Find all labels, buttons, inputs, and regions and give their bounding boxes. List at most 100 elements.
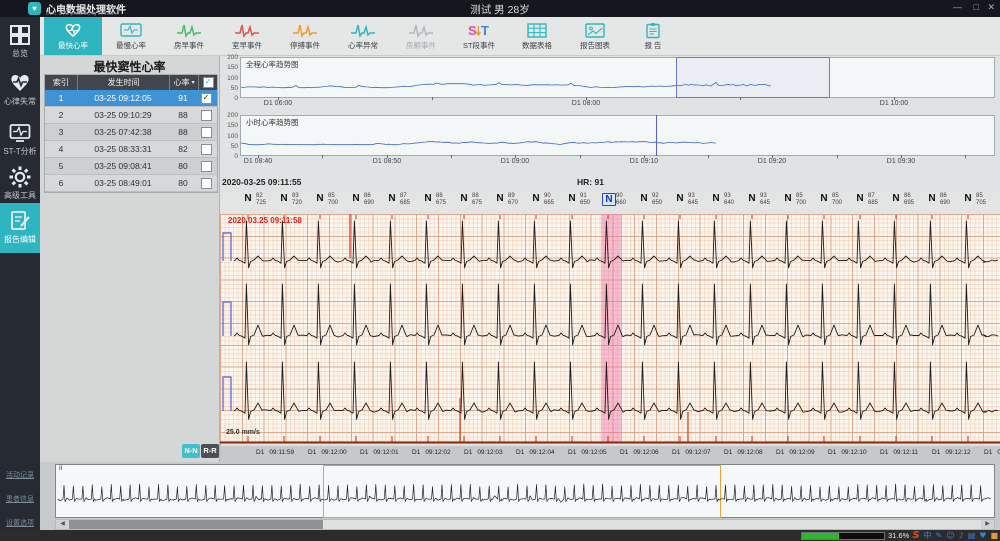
nn-interval-button[interactable]: N-N <box>182 444 200 458</box>
analysis-progress-bar <box>801 532 885 540</box>
column-header-hr[interactable]: 心率▾ <box>170 75 199 90</box>
time-tick-day: D1 <box>724 449 732 456</box>
x-axis-tickmark <box>901 155 902 158</box>
trend-selection-box[interactable] <box>676 57 830 98</box>
beat-hr: 90 <box>616 193 626 200</box>
header-checkbox[interactable]: ✓ <box>203 77 214 88</box>
toolbar-item-pvc-event[interactable]: 室早事件 <box>218 17 276 55</box>
sidebar-item-arrhythmia[interactable]: 心律失常 <box>0 65 40 115</box>
ecg-strip[interactable]: 2020.03.25 09:11:58 25.0 mm/s <box>220 214 1000 444</box>
event-row[interactable]: 603-25 08:49:0180 <box>45 175 217 192</box>
beat-values: 82725 <box>256 193 266 207</box>
beat-values: 91650 <box>580 193 590 207</box>
sidebar-item-overview[interactable]: 总览 <box>0 17 40 65</box>
hour-trend-cursor <box>656 115 657 156</box>
time-tick-day: D1 <box>776 449 784 456</box>
event-row[interactable]: 503-25 09:08:4180 <box>45 158 217 175</box>
column-header-check[interactable]: ✓ <box>199 75 217 90</box>
row-checkbox[interactable] <box>201 178 212 189</box>
event-table: 索引发生时间心率▾✓103-25 09:12:0591✓203-25 09:10… <box>44 74 218 193</box>
row-checkbox[interactable] <box>201 144 212 155</box>
beat-values: 89670 <box>508 193 518 207</box>
toolbar-item-report[interactable]: 报 告 <box>624 17 682 55</box>
sidebar-item-label: 总览 <box>0 49 40 58</box>
toolbar-item-data-table[interactable]: 数据表格 <box>508 17 566 55</box>
emoji-icon[interactable]: ☺ <box>946 530 954 541</box>
event-row[interactable]: 103-25 09:12:0591✓ <box>45 90 217 107</box>
toolbar-item-label: 最快心率 <box>58 40 88 51</box>
beat-rr: 685 <box>868 200 878 207</box>
column-header-time[interactable]: 发生时间 <box>78 75 170 90</box>
full-trend-chart[interactable]: 全程心率趋势图 <box>240 57 995 98</box>
beat-values: 85700 <box>796 193 806 207</box>
sort-arrow-icon[interactable]: ▾ <box>192 79 195 86</box>
toolbar-item-hr-abnormal[interactable]: 心率异常 <box>334 17 392 55</box>
beat-type-label: N <box>350 193 362 204</box>
keyboard-icon[interactable]: ▤ <box>968 530 976 541</box>
footer-link-2[interactable]: 设置选项 <box>0 518 40 528</box>
y-axis-tick: 200 <box>220 54 238 61</box>
scroll-right-button[interactable]: ▶ <box>981 520 994 529</box>
toolbox-icon[interactable]: ■ <box>990 530 998 541</box>
app-subtitle: ECG data processing software <box>46 11 118 16</box>
toolbar-item-af-event[interactable]: 房颤事件 <box>392 17 450 55</box>
footer-link-0[interactable]: 活动记录 <box>0 470 40 480</box>
toolbar-item-report-chart[interactable]: 报告图表 <box>566 17 624 55</box>
minimize-button[interactable]: — <box>953 2 962 12</box>
toolbar-item-label: 心率异常 <box>348 40 378 51</box>
toolbar-item-heart-rate-fast[interactable]: 最快心率 <box>44 17 102 55</box>
hour-trend-chart[interactable]: 小时心率趋势图 <box>240 115 995 156</box>
beat-hr: 88 <box>436 193 446 200</box>
ime-lang-icon[interactable]: 中 <box>924 530 932 541</box>
voice-icon[interactable]: ♪ <box>959 530 964 541</box>
sidebar-item-stt-analysis[interactable]: ST-T分析 <box>0 115 40 159</box>
event-row-hr: 91 <box>169 90 197 106</box>
x-axis-tickmark <box>708 155 709 158</box>
sidebar-item-advanced-tools[interactable]: 高级工具 <box>0 159 40 203</box>
beat-hr: 85 <box>832 193 842 200</box>
toolbar-item-label: 停搏事件 <box>290 40 320 51</box>
pvc-event-icon <box>235 22 259 39</box>
time-tick: D109:12:02 <box>412 449 451 456</box>
toolbar-item-label: 报 告 <box>644 40 661 51</box>
event-row[interactable]: 403-25 08:33:3182 <box>45 141 217 158</box>
time-tick-day: D1 <box>828 449 836 456</box>
toolbar-item-pause-event[interactable]: 停搏事件 <box>276 17 334 55</box>
row-checkbox[interactable] <box>201 110 212 121</box>
beat-hr: 89 <box>508 193 518 200</box>
hr-abnormal-icon <box>351 22 375 39</box>
column-header-index[interactable]: 索引 <box>45 75 78 90</box>
row-checkbox[interactable]: ✓ <box>201 93 212 104</box>
overview-strip[interactable]: II <box>55 464 995 518</box>
event-row-time: 03-25 09:10:29 <box>77 107 169 123</box>
beat-type-label: N <box>710 193 722 204</box>
toolbar-item-heart-rate-slow[interactable]: 最慢心率 <box>102 17 160 55</box>
row-checkbox[interactable] <box>201 127 212 138</box>
sidebar-item-report-edit[interactable]: 报告编辑 <box>0 203 40 253</box>
event-row[interactable]: 303-25 07:42:3888 <box>45 124 217 141</box>
handwriting-icon[interactable]: ✎ <box>936 530 943 541</box>
x-axis-tick: D1 10:00 <box>880 100 908 107</box>
beat-values: 87685 <box>868 193 878 207</box>
horizontal-scrollbar[interactable]: ◀ ▶ <box>55 519 995 530</box>
favorite-icon[interactable]: ♥ <box>979 530 986 541</box>
scrollbar-thumb[interactable] <box>69 520 323 529</box>
trend-line <box>241 58 994 97</box>
beat-rr: 640 <box>724 200 734 207</box>
time-tick: D109:12:04 <box>516 449 555 456</box>
beat-hr: 91 <box>580 193 590 200</box>
row-checkbox[interactable] <box>201 161 212 172</box>
time-tick: D109:12:10 <box>828 449 867 456</box>
time-tick-value: 09:12:06 <box>633 449 658 456</box>
rr-interval-button[interactable]: R-R <box>201 444 219 458</box>
beat-rr: 720 <box>292 200 302 207</box>
footer-link-1[interactable]: 患者信息 <box>0 494 40 504</box>
toolbar-item-pac-event[interactable]: 房早事件 <box>160 17 218 55</box>
maximize-button[interactable]: □ <box>974 2 979 12</box>
beat-rr: 700 <box>796 200 806 207</box>
close-button[interactable]: ✕ <box>987 2 995 13</box>
toolbar-item-st-event[interactable]: STST段事件 <box>450 17 508 55</box>
event-row[interactable]: 203-25 09:10:2988 <box>45 107 217 124</box>
sogou-logo[interactable]: S <box>912 530 919 541</box>
scroll-left-button[interactable]: ◀ <box>56 520 69 529</box>
